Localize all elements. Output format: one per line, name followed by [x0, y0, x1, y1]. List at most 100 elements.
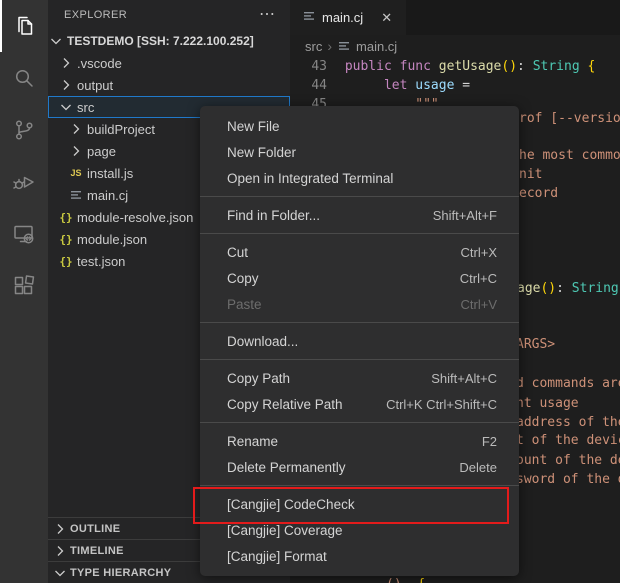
code-fragment: () {: [386, 575, 425, 583]
code-fragment: d commands are: [516, 374, 620, 393]
menu-separator: [200, 422, 519, 423]
menu-item-delete-permanently[interactable]: Delete Permanently Delete: [200, 454, 519, 480]
menu-separator: [200, 233, 519, 234]
context-menu: New File New FolderOpen in Integrated Ter…: [200, 106, 519, 576]
menu-item-label: [Cangjie] CodeCheck: [227, 497, 355, 512]
menu-item-shortcut: Shift+Alt+C: [431, 371, 497, 386]
tree-item-label: install.js: [87, 166, 133, 181]
line-number: 44: [290, 76, 337, 95]
tree-item-label: TESTDEMO [SSH: 7.222.100.252]: [67, 34, 254, 48]
tree-item-label: buildProject: [87, 122, 155, 137]
activity-bar: [0, 0, 48, 583]
activity-bar-item-run-and-debug[interactable]: [0, 156, 48, 208]
menu-item-open-in-integrated-terminal[interactable]: Open in Integrated Terminal: [200, 165, 519, 191]
menu-item-new-file[interactable]: New File: [200, 113, 519, 139]
code-text: public func getUsage(): String {: [337, 57, 595, 76]
sidebar-header: EXPLORER ⋯: [48, 0, 290, 30]
menu-separator: [200, 485, 519, 486]
activity-bar-item-explorer[interactable]: [0, 0, 48, 52]
code-fragment: nit: [519, 165, 542, 184]
sidebar-title: EXPLORER: [64, 9, 127, 21]
run-debug-icon: [12, 170, 36, 194]
remote-explorer-icon: [12, 222, 36, 246]
code-fragment: he most common: [519, 146, 620, 165]
code-fragment: ecord: [519, 184, 558, 203]
chevron-down-icon: [58, 99, 74, 115]
activity-bar-item-source-control[interactable]: [0, 104, 48, 156]
code-text: let usage =: [337, 76, 470, 95]
menu-item-label: Copy Path: [227, 371, 290, 386]
menu-item-shortcut: Delete: [459, 460, 497, 475]
menu-separator: [200, 196, 519, 197]
code-fragment: nt usage: [516, 394, 579, 413]
code-fragment: age(): String: [517, 279, 619, 298]
menu-item-label: Paste: [227, 297, 262, 312]
tree-item-label: test.json: [77, 254, 125, 269]
cj-file-icon: [68, 187, 84, 203]
editor-tab-bar: main.cj ✕: [290, 0, 620, 35]
tab-main-cj[interactable]: main.cj ✕: [290, 0, 406, 35]
breadcrumb: src › main.cj: [290, 35, 620, 57]
breadcrumb-file[interactable]: main.cj: [356, 39, 397, 54]
tree-item-label: module-resolve.json: [77, 210, 193, 225]
extensions-icon: [12, 274, 36, 298]
json-file-icon: {}: [58, 253, 74, 269]
breadcrumb-folder[interactable]: src: [305, 39, 322, 54]
tree-item-vscode[interactable]: .vscode: [48, 52, 290, 74]
more-actions-icon[interactable]: ⋯: [259, 10, 276, 20]
section-label: OUTLINE: [70, 523, 120, 535]
menu-item-shortcut: F2: [482, 434, 497, 449]
menu-item-download[interactable]: Download...: [200, 328, 519, 354]
menu-item-copy-relative-path[interactable]: Copy Relative PathCtrl+K Ctrl+Shift+C: [200, 391, 519, 417]
menu-item-label: Download...: [227, 334, 298, 349]
tree-item-label: module.json: [77, 232, 147, 247]
menu-item-new-folder[interactable]: New Folder: [200, 139, 519, 165]
menu-item-rename[interactable]: Rename F2: [200, 428, 519, 454]
close-icon[interactable]: ✕: [377, 8, 396, 28]
code-fragment: ount of the de: [516, 451, 620, 470]
section-label: TYPE HIERARCHY: [70, 567, 171, 579]
cj-file-icon: [302, 9, 316, 26]
menu-item-shortcut: Shift+Alt+F: [433, 208, 497, 223]
code-line: 44 let usage =: [290, 76, 620, 95]
menu-item-copy-path[interactable]: Copy Path Shift+Alt+C: [200, 365, 519, 391]
menu-item-shortcut: Ctrl+V: [461, 297, 497, 312]
cj-file-icon: [337, 39, 351, 53]
chevron-down-icon: [48, 33, 64, 49]
activity-bar-item-remote-explorer[interactable]: [0, 208, 48, 260]
menu-item-label: Rename: [227, 434, 278, 449]
tree-item-label: .vscode: [77, 56, 122, 71]
tree-item-label: output: [77, 78, 113, 93]
files-icon: [13, 14, 37, 38]
code-fragment: rof [--version: [519, 109, 620, 128]
menu-item-cangjie-codecheck[interactable]: [Cangjie] CodeCheck: [200, 491, 519, 517]
source-control-icon: [12, 118, 36, 142]
menu-item-cangjie-coverage[interactable]: [Cangjie] Coverage: [200, 517, 519, 543]
tab-label: main.cj: [322, 10, 363, 25]
chevron-right-icon: [52, 543, 68, 559]
chevron-right-icon: [68, 121, 84, 137]
menu-item-label: [Cangjie] Coverage: [227, 523, 343, 538]
menu-item-label: Find in Folder...: [227, 208, 320, 223]
section-label: TIMELINE: [70, 545, 124, 557]
tree-item-testdemo-ssh-7-222-100-252[interactable]: TESTDEMO [SSH: 7.222.100.252]: [48, 30, 290, 52]
menu-item-label: New File: [227, 119, 280, 134]
tree-item-label: src: [77, 100, 94, 115]
code-line: 43 public func getUsage(): String {: [290, 57, 620, 76]
menu-item-cut[interactable]: CutCtrl+X: [200, 239, 519, 265]
menu-item-find-in-folder[interactable]: Find in Folder... Shift+Alt+F: [200, 202, 519, 228]
activity-bar-item-search[interactable]: [0, 52, 48, 104]
chevron-right-icon: [68, 143, 84, 159]
menu-item-copy[interactable]: CopyCtrl+C: [200, 265, 519, 291]
code-fragment: t of the devic: [516, 431, 620, 450]
activity-bar-item-extensions[interactable]: [0, 260, 48, 312]
chevron-right-icon: [58, 55, 74, 71]
tree-item-output[interactable]: output: [48, 74, 290, 96]
tree-item-label: main.cj: [87, 188, 128, 203]
menu-item-label: [Cangjie] Format: [227, 549, 327, 564]
menu-item-cangjie-format[interactable]: [Cangjie] Format: [200, 543, 519, 569]
menu-item-label: Delete Permanently: [227, 460, 346, 475]
menu-item-paste: Paste Ctrl+V: [200, 291, 519, 317]
chevron-right-icon: [52, 521, 68, 537]
chevron-right-icon: [58, 77, 74, 93]
